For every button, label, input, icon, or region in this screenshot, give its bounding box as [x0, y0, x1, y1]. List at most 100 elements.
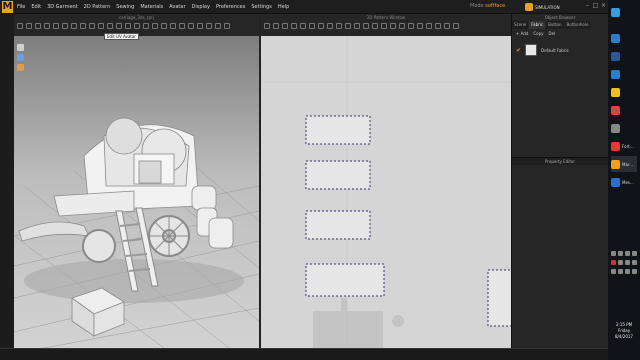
- menu-sewing[interactable]: Sewing: [116, 4, 134, 10]
- check-sewing-icon[interactable]: [372, 23, 378, 29]
- button-tool-icon[interactable]: [98, 23, 104, 29]
- texture-tool-icon[interactable]: [134, 23, 140, 29]
- tack-tool-icon[interactable]: [80, 23, 86, 29]
- zipper-tool-icon[interactable]: [107, 23, 113, 29]
- simulation-toggle[interactable]: SIMULATION: [525, 2, 585, 12]
- menu-preferences[interactable]: Preferences: [216, 4, 245, 10]
- layer-tool-icon[interactable]: [188, 23, 194, 29]
- graphic-2d-icon[interactable]: [390, 23, 396, 29]
- pattern-piece[interactable]: [305, 115, 371, 145]
- strengthen-tool-icon[interactable]: [197, 23, 203, 29]
- taskbar-app-messenger[interactable]: Mes...: [611, 174, 637, 190]
- avatar-display-icon[interactable]: [17, 54, 24, 61]
- edit-pattern-tool-icon[interactable]: [44, 23, 50, 29]
- texture-display-icon[interactable]: [17, 64, 24, 71]
- menu-avatar[interactable]: Avatar: [169, 4, 185, 10]
- hide-tool-icon[interactable]: [179, 23, 185, 29]
- dart-tool-icon[interactable]: [336, 23, 342, 29]
- pattern-piece[interactable]: [487, 269, 511, 327]
- trace-tool-icon[interactable]: [345, 23, 351, 29]
- fabric-list-item[interactable]: ✔ Default Fabric: [516, 42, 606, 58]
- add-point-icon[interactable]: [291, 23, 297, 29]
- tab-buttonhole[interactable]: Buttonhole: [564, 21, 591, 29]
- tray-icon[interactable]: [625, 251, 630, 256]
- rectangle-tool-icon[interactable]: [300, 23, 306, 29]
- tab-scene[interactable]: Scene: [512, 21, 529, 29]
- copy-fabric-button[interactable]: Copy: [533, 31, 543, 36]
- select-mesh-tool-icon[interactable]: [26, 23, 32, 29]
- graphic-tool-icon[interactable]: [143, 23, 149, 29]
- tab-fabric[interactable]: Fabric: [529, 21, 546, 29]
- tray-icon[interactable]: [618, 260, 623, 265]
- tab-button[interactable]: Button: [546, 21, 564, 29]
- menu-display[interactable]: Display: [192, 4, 210, 10]
- volume-icon[interactable]: [632, 260, 637, 265]
- topstitch-tool-icon[interactable]: [152, 23, 158, 29]
- minimize-button[interactable]: –: [584, 2, 591, 10]
- transform-tool-icon[interactable]: [35, 23, 41, 29]
- delete-fabric-button[interactable]: Del: [549, 31, 556, 36]
- tray-icon[interactable]: [611, 251, 616, 256]
- segment-sew-2d-icon[interactable]: [354, 23, 360, 29]
- edit-curve-icon[interactable]: [282, 23, 288, 29]
- pin-tool-icon[interactable]: [71, 23, 77, 29]
- free-sew-2d-icon[interactable]: [363, 23, 369, 29]
- viewport-3d[interactable]: [14, 36, 259, 348]
- more-2d-tools-icon[interactable]: [453, 23, 459, 29]
- tray-icon[interactable]: [611, 269, 616, 274]
- menu-settings[interactable]: Settings: [251, 4, 272, 10]
- annotation-tool-icon[interactable]: [444, 23, 450, 29]
- uv-avatar-tool-icon[interactable]: [125, 23, 131, 29]
- menu-edit[interactable]: Edit: [31, 4, 41, 10]
- close-button[interactable]: ×: [600, 2, 607, 10]
- polygon-tool-icon[interactable]: [309, 23, 315, 29]
- tray-icon[interactable]: [632, 269, 637, 274]
- taskbar-app-fortinet[interactable]: Fort...: [611, 138, 637, 154]
- freeze-tool-icon[interactable]: [206, 23, 212, 29]
- free-sewing-tool-icon[interactable]: [62, 23, 68, 29]
- add-fabric-button[interactable]: + Add: [516, 31, 528, 36]
- notch-tool-icon[interactable]: [408, 23, 414, 29]
- tray-icon[interactable]: [625, 269, 630, 274]
- edit-point-icon[interactable]: [273, 23, 279, 29]
- circle-tool-icon[interactable]: [318, 23, 324, 29]
- menu-3d-garment[interactable]: 3D Garment: [47, 4, 78, 10]
- puckering-tool-icon[interactable]: [116, 23, 122, 29]
- taskbar-pinned[interactable]: [611, 48, 637, 64]
- network-icon[interactable]: [625, 260, 630, 265]
- pattern-window-2d[interactable]: [261, 36, 511, 348]
- pattern-piece[interactable]: [305, 263, 385, 297]
- menu-file[interactable]: File: [17, 4, 25, 10]
- mode-indicator[interactable]: Mode softface: [470, 3, 505, 9]
- edit-texture-icon[interactable]: [381, 23, 387, 29]
- taskbar-pinned[interactable]: [611, 102, 637, 118]
- tray-icon[interactable]: [618, 269, 623, 274]
- avatar-tool-icon[interactable]: [170, 23, 176, 29]
- topstitch-2d-icon[interactable]: [399, 23, 405, 29]
- grain-line-icon[interactable]: [417, 23, 423, 29]
- taskbar-app-marvelous[interactable]: Mar...: [611, 156, 637, 172]
- taskbar-pinned[interactable]: [611, 30, 637, 46]
- trim-tool-icon[interactable]: [215, 23, 221, 29]
- taskbar-pinned[interactable]: [611, 84, 637, 100]
- tray-icon[interactable]: [611, 260, 616, 265]
- menu-help[interactable]: Help: [278, 4, 289, 10]
- select-move-tool-icon[interactable]: [17, 23, 23, 29]
- maximize-button[interactable]: □: [592, 2, 599, 10]
- menu-2d-pattern[interactable]: 2D Pattern: [84, 4, 111, 10]
- transform-pattern-icon[interactable]: [264, 23, 270, 29]
- menu-materials[interactable]: Materials: [140, 4, 163, 10]
- tray-icon[interactable]: [632, 251, 637, 256]
- taskbar-clock[interactable]: 2:15 PM Friday 8/4/2017: [608, 322, 640, 340]
- taskbar-pinned[interactable]: [611, 66, 637, 82]
- fold-tool-icon[interactable]: [89, 23, 95, 29]
- view-options-icon[interactable]: [17, 44, 24, 51]
- more-tools-icon[interactable]: [224, 23, 230, 29]
- tray-icon[interactable]: [618, 251, 623, 256]
- start-button[interactable]: [611, 4, 637, 20]
- internal-line-icon[interactable]: [327, 23, 333, 29]
- pattern-piece[interactable]: [305, 160, 371, 190]
- measure-tool-icon[interactable]: [161, 23, 167, 29]
- taskbar-pinned[interactable]: [611, 120, 637, 136]
- segment-sewing-tool-icon[interactable]: [53, 23, 59, 29]
